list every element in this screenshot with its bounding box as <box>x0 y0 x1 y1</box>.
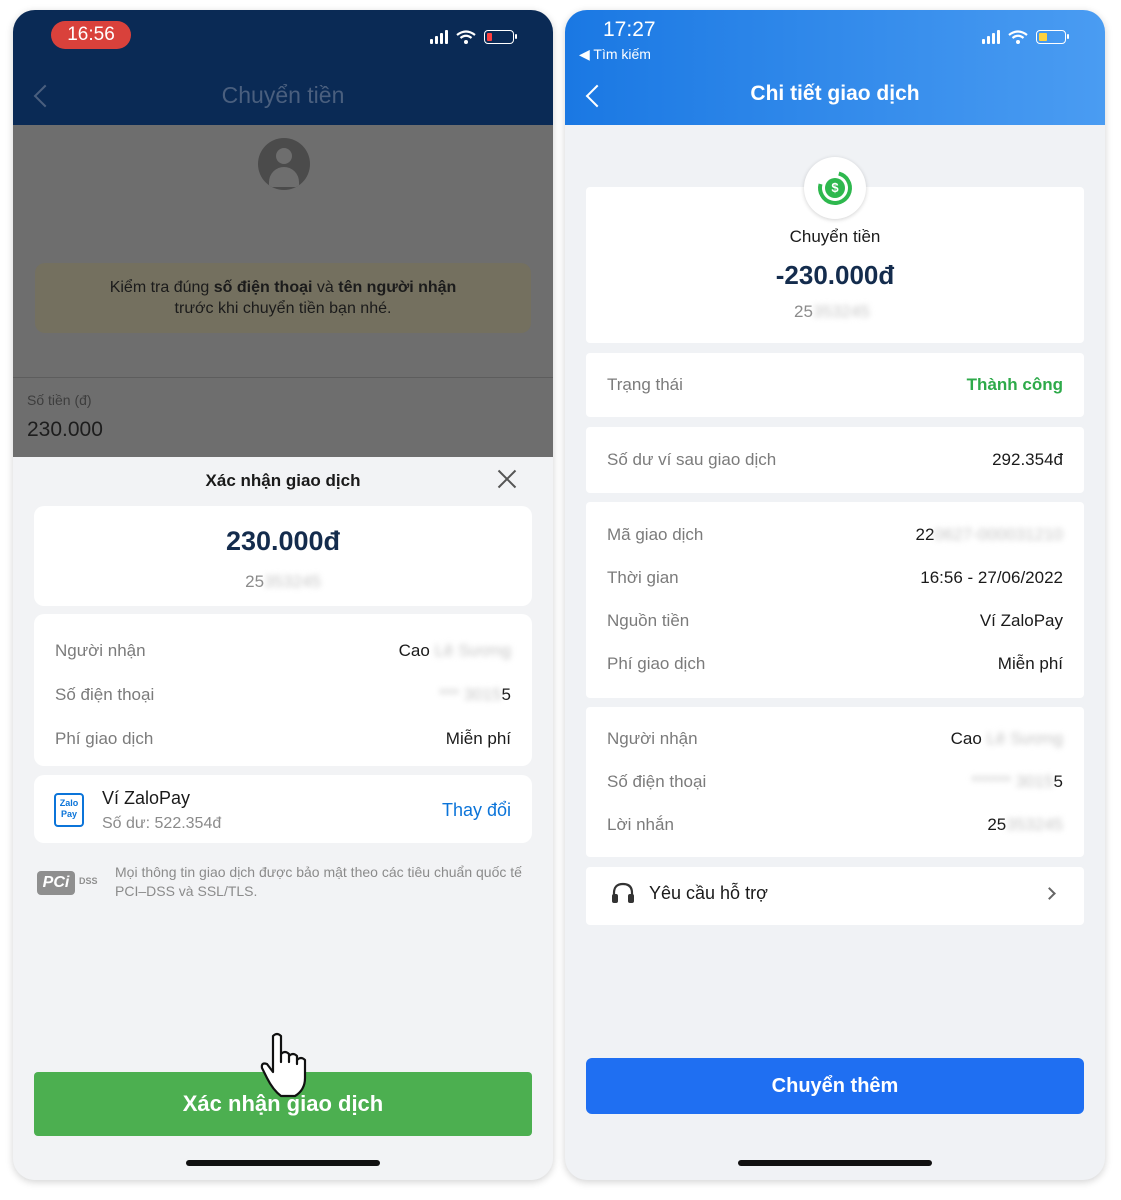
transaction-detail-screen: 17:27 ◀ Tìm kiếm Chi tiết giao dịch Chuy… <box>565 10 1105 1180</box>
status-row: Trạng thái Thành công <box>607 375 1063 394</box>
wallet-card: Zalo Pay Ví ZaloPay Số dư: 522.354đ Thay… <box>34 775 532 843</box>
pointer-hand-icon <box>260 1032 307 1098</box>
amount-label: Số tiền (đ) <box>27 392 92 408</box>
phone-row: Số điện thoại ****** 30155 <box>607 772 1063 791</box>
amount-card: 230.000đ 25353245 <box>34 506 532 606</box>
fee-row: Phí giao dịch Miễn phí <box>607 654 1063 673</box>
wallet-balance: Số dư: 522.354đ <box>102 815 222 832</box>
pci-dss-logo: PCi DSS <box>37 869 98 897</box>
notice-text-1: Kiểm tra đúng <box>109 279 214 296</box>
phone-row: Số điện thoại *** 30155 <box>55 685 511 704</box>
recipient-row: Người nhận Cao Lê Sương <box>55 641 511 660</box>
time-row: Thời gian 16:56 - 27/06/2022 <box>607 568 1063 587</box>
sheet-title: Xác nhận giao dịch <box>205 471 361 490</box>
transfer-more-button[interactable]: Chuyển thêm <box>586 1058 1084 1114</box>
balance-row: Số dư ví sau giao dịch 292.354đ <box>607 450 1063 469</box>
balance-card: Số dư ví sau giao dịch 292.354đ <box>586 427 1084 493</box>
status-card: Trạng thái Thành công <box>586 353 1084 417</box>
wallet-name: Ví ZaloPay <box>102 788 191 808</box>
status-time: 17:27 <box>603 18 656 41</box>
headset-icon <box>612 882 634 903</box>
notice-bold-name: tên người nhận <box>338 279 457 296</box>
change-wallet-link[interactable]: Thay đổi <box>442 800 511 821</box>
notice-text-3: trước khi chuyển tiền bạn nhé. <box>174 300 392 317</box>
wifi-icon <box>456 30 476 44</box>
transaction-ref: 25353245 <box>794 302 870 321</box>
status-time: 16:56 <box>51 21 131 49</box>
details-card: Mã giao dịch 220627-000031210 Thời gian … <box>586 502 1084 698</box>
transaction-type: Chuyển tiền <box>789 227 881 246</box>
fee-row: Phí giao dịch Miễn phí <box>55 729 511 748</box>
support-row[interactable]: Yêu cầu hỗ trợ <box>586 867 1084 925</box>
recipient-row: Người nhận Cao Lê Sương <box>607 729 1063 748</box>
details-card: Người nhận Cao Lê Sương Số điện thoại **… <box>34 614 532 766</box>
status-icons <box>982 30 1069 44</box>
confirm-sheet: Xác nhận giao dịch 230.000đ 25353245 Ngư… <box>13 457 553 1180</box>
avatar <box>258 138 310 190</box>
transaction-id-row: Mã giao dịch 220627-000031210 <box>607 525 1063 544</box>
confirm-amount: 230.000đ <box>225 526 341 556</box>
signal-icon <box>982 30 1000 44</box>
back-to-search-link[interactable]: ◀ Tìm kiếm <box>579 46 651 63</box>
zalopay-logo: Zalo Pay <box>54 793 84 827</box>
battery-charging-icon <box>1036 30 1069 44</box>
transaction-amount: -230.000đ <box>775 260 895 290</box>
page-title: Chuyển tiền <box>221 82 345 108</box>
home-indicator <box>186 1160 380 1166</box>
wifi-icon <box>1008 30 1028 44</box>
security-note: Mọi thông tin giao dịch được bảo mật the… <box>115 864 522 899</box>
page-title: Chi tiết giao dịch <box>750 82 920 105</box>
amount-value: 230.000 <box>27 418 103 441</box>
chevron-right-icon <box>1043 887 1056 900</box>
battery-icon <box>484 30 517 44</box>
header-bar: 17:27 ◀ Tìm kiếm Chi tiết giao dịch <box>565 10 1105 125</box>
transaction-ref: 25353245 <box>245 572 321 591</box>
notice-box: Kiểm tra đúng số điện thoại và tên người… <box>35 263 531 333</box>
recipient-card: Người nhận Cao Lê Sương Số điện thoại **… <box>586 707 1084 857</box>
home-indicator <box>738 1160 932 1166</box>
signal-icon <box>430 30 448 44</box>
money-transfer-icon: $ <box>804 157 866 219</box>
header-bar: 16:56 Chuyển tiền <box>13 10 553 125</box>
dimmed-background: Kiểm tra đúng số điện thoại và tên người… <box>13 125 553 457</box>
amount-field: Số tiền (đ) 230.000 <box>13 377 553 457</box>
message-row: Lời nhắn 25353245 <box>607 815 1063 834</box>
source-row: Nguồn tiền Ví ZaloPay <box>607 611 1063 630</box>
support-label: Yêu cầu hỗ trợ <box>649 883 768 903</box>
close-icon[interactable] <box>495 467 519 491</box>
status-icons <box>430 30 517 44</box>
notice-text-2: và <box>312 279 339 296</box>
confirm-transfer-screen: 16:56 Chuyển tiền Kiểm tra đúng số điện … <box>13 10 553 1180</box>
notice-bold-phone: số điện thoại <box>213 279 313 296</box>
status-badge: Thành công <box>966 375 1063 394</box>
